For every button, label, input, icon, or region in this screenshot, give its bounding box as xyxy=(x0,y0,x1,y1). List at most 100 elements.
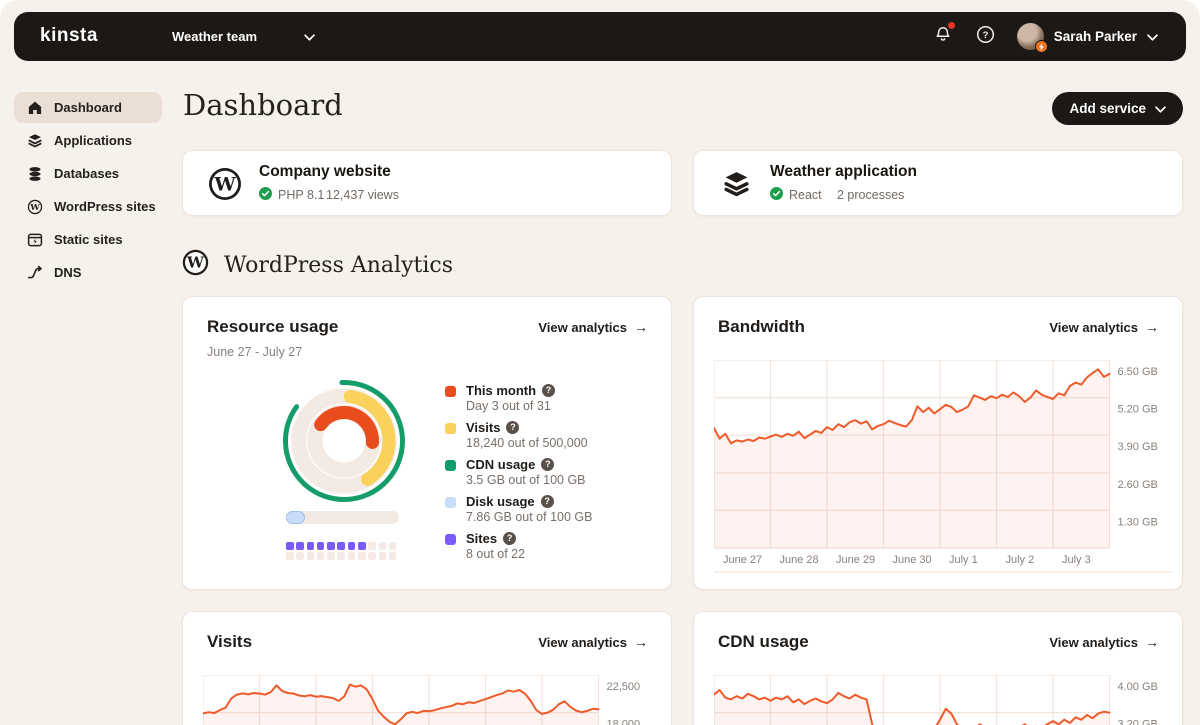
avatar xyxy=(1016,23,1048,53)
arrow-right-icon: → xyxy=(634,634,648,650)
x-axis-label: June 28 xyxy=(780,554,819,566)
help-button[interactable]: ? xyxy=(976,25,995,49)
legend-item: Disk usage? 7.86 GB out of 100 GB xyxy=(445,494,592,531)
y-tick-label: 22,500 xyxy=(607,681,641,693)
x-axis-label: July 2 xyxy=(1006,554,1035,566)
y-tick-label: 1.30 GB xyxy=(1118,516,1158,528)
service-status: PHP 8.1 xyxy=(278,188,325,202)
legend-swatch xyxy=(445,534,456,545)
sidebar-item-label: Databases xyxy=(54,166,120,181)
view-analytics-label: View analytics xyxy=(538,319,627,335)
view-analytics-link[interactable]: View analytics → xyxy=(1049,319,1159,335)
site-dot-free xyxy=(296,552,304,560)
page-title: Dashboard xyxy=(183,88,343,122)
topbar: kinsta Weather team ? Sarah Parker xyxy=(14,12,1186,61)
view-analytics-link[interactable]: View analytics → xyxy=(538,634,648,650)
site-dot-free xyxy=(337,552,345,560)
card-title: Bandwidth xyxy=(718,317,805,336)
wordpress-icon: W xyxy=(27,199,43,215)
svg-text:W: W xyxy=(29,203,40,213)
service-card-weather-application[interactable]: Weather application React 2 processes xyxy=(693,150,1183,216)
page: kinsta Weather team ? Sarah Parker Dashb… xyxy=(0,0,1200,725)
help-icon[interactable]: ? xyxy=(541,458,555,471)
legend-swatch xyxy=(445,497,456,508)
chevron-down-icon xyxy=(1147,28,1158,46)
wordpress-logo-icon: W xyxy=(207,166,243,202)
service-card-company-website[interactable]: W Company website PHP 8.1 12,437 views xyxy=(182,150,672,216)
view-analytics-label: View analytics xyxy=(1049,634,1138,650)
svg-text:W: W xyxy=(213,174,236,196)
y-tick-label: 3.20 GB xyxy=(1118,719,1158,725)
team-selector[interactable]: Weather team xyxy=(172,12,315,61)
lightning-badge-icon xyxy=(1034,40,1048,53)
y-tick-label: 4.00 GB xyxy=(1118,681,1158,693)
sidebar-item-applications[interactable]: Applications xyxy=(14,125,162,156)
service-meta: React 2 processes xyxy=(770,187,904,203)
site-dot-free xyxy=(327,552,335,560)
sidebar-item-databases[interactable]: Databases xyxy=(14,158,162,189)
sidebar-item-wordpress-sites[interactable]: W WordPress sites xyxy=(14,191,162,222)
view-analytics-link[interactable]: View analytics → xyxy=(538,319,648,335)
date-range: June 27 - July 27 xyxy=(207,345,303,359)
analytics-section-title: WordPress Analytics xyxy=(224,252,454,278)
sidebar-item-dashboard[interactable]: Dashboard xyxy=(14,92,162,123)
site-dot-free xyxy=(368,542,376,550)
progress-fill xyxy=(286,511,306,524)
legend-value: 3.5 GB out of 100 GB xyxy=(466,473,586,487)
arrow-right-icon: → xyxy=(1145,634,1159,650)
team-name: Weather team xyxy=(172,29,258,44)
wordpress-logo-icon: W xyxy=(182,249,209,281)
service-views: 12,437 views xyxy=(326,188,399,202)
user-menu[interactable]: Sarah Parker xyxy=(1016,23,1158,53)
add-service-button[interactable]: Add service xyxy=(1052,92,1183,125)
legend-label: Disk usage? xyxy=(466,494,592,509)
chevron-down-icon xyxy=(304,28,315,46)
sidebar-item-dns[interactable]: DNS xyxy=(14,257,162,288)
legend-swatch xyxy=(445,423,456,434)
analytics-section-header: W WordPress Analytics xyxy=(182,249,453,281)
check-circle-icon xyxy=(770,187,783,203)
service-status: React xyxy=(789,188,822,202)
legend-label: Sites? xyxy=(466,531,525,546)
sidebar-item-label: WordPress sites xyxy=(54,199,156,214)
y-tick-label: 5.20 GB xyxy=(1118,404,1158,416)
y-tick-label: 3.90 GB xyxy=(1118,441,1158,453)
site-dot-used xyxy=(358,542,366,550)
site-dot-free xyxy=(286,552,294,560)
resource-donut-chart xyxy=(279,376,409,506)
legend-item: CDN usage? 3.5 GB out of 100 GB xyxy=(445,457,592,494)
arrow-right-icon: → xyxy=(634,319,648,335)
site-dot-used xyxy=(296,542,304,550)
view-analytics-link[interactable]: View analytics → xyxy=(1049,634,1159,650)
legend-item: This month? Day 3 out of 31 xyxy=(445,383,592,420)
check-circle-icon xyxy=(259,187,272,203)
service-title: Company website xyxy=(259,163,391,180)
view-analytics-label: View analytics xyxy=(1049,319,1138,335)
dns-icon xyxy=(27,265,43,281)
legend-value: Day 3 out of 31 xyxy=(466,399,551,413)
help-icon[interactable]: ? xyxy=(542,384,556,397)
visits-chart: 22,500 18,000 xyxy=(202,674,660,725)
legend-value: 8 out of 22 xyxy=(466,547,526,561)
svg-text:?: ? xyxy=(982,30,988,41)
sidebar-item-label: Applications xyxy=(54,133,133,148)
card-title: Visits xyxy=(207,632,253,651)
y-tick-label: 2.60 GB xyxy=(1118,479,1158,491)
help-icon[interactable]: ? xyxy=(540,495,554,508)
sites-dot-grid xyxy=(286,542,397,560)
bandwidth-card: Bandwidth View analytics → 6.50 GB 5.20 G… xyxy=(693,296,1183,590)
site-dot-used xyxy=(337,542,345,550)
y-tick-label: 18,000 xyxy=(607,719,641,725)
help-icon[interactable]: ? xyxy=(503,532,517,545)
service-title: Weather application xyxy=(770,163,917,180)
sidebar-item-static-sites[interactable]: Static sites xyxy=(14,224,162,255)
site-dot-used xyxy=(316,542,325,550)
card-title: CDN usage xyxy=(718,632,809,651)
site-dot-free xyxy=(316,552,325,560)
bandwidth-chart: 6.50 GB 5.20 GB 3.90 GB 2.60 GB 1.30 GB June … xyxy=(713,359,1171,581)
layers-icon xyxy=(718,166,754,202)
help-icon[interactable]: ? xyxy=(506,421,520,434)
sidebar-item-label: Static sites xyxy=(54,232,123,247)
notifications-button[interactable] xyxy=(934,22,955,48)
site-dot-used xyxy=(306,542,315,550)
